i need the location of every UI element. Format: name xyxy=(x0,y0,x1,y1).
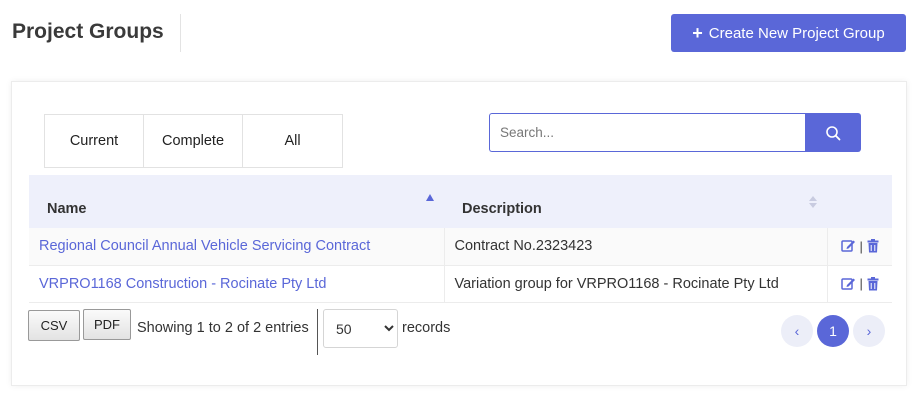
column-header-name-label: Name xyxy=(47,200,87,217)
table-row: Regional Council Annual Vehicle Servicin… xyxy=(29,228,892,266)
search-button[interactable] xyxy=(805,113,861,152)
sort-ascending-icon xyxy=(426,194,434,201)
entries-info: Showing 1 to 2 of 2 entries xyxy=(137,320,309,336)
footer-divider xyxy=(317,309,318,355)
chevron-right-icon: › xyxy=(866,323,872,339)
records-label: records xyxy=(402,320,451,336)
column-header-name[interactable]: Name xyxy=(29,175,444,228)
row-name-cell: Regional Council Annual Vehicle Servicin… xyxy=(29,228,445,266)
pdf-export-button[interactable]: PDF xyxy=(83,309,131,340)
sort-icon xyxy=(809,196,817,210)
table-row: VRPRO1168 Construction - Rocinate Pty Lt… xyxy=(29,265,892,303)
previous-page-button[interactable]: ‹ xyxy=(781,315,813,347)
column-header-actions xyxy=(827,175,892,228)
page-size-select[interactable]: 50 xyxy=(323,309,398,348)
tab-all[interactable]: All xyxy=(243,115,342,167)
search-icon xyxy=(826,125,841,140)
page-1-button[interactable]: 1 xyxy=(817,315,849,347)
trash-icon[interactable] xyxy=(867,276,879,291)
project-group-link[interactable]: Regional Council Annual Vehicle Servicin… xyxy=(39,238,370,254)
table-header-row: Name Description xyxy=(29,175,892,228)
create-project-group-button[interactable]: + Create New Project Group xyxy=(671,14,906,52)
row-name-cell: VRPRO1168 Construction - Rocinate Pty Lt… xyxy=(29,265,445,303)
edit-icon[interactable] xyxy=(840,239,856,253)
column-header-description[interactable]: Description xyxy=(444,175,827,228)
next-page-button[interactable]: › xyxy=(853,315,885,347)
plus-icon: + xyxy=(692,23,703,43)
filter-tabs: Current Complete All xyxy=(44,114,343,168)
search-box xyxy=(489,113,861,152)
title-divider xyxy=(180,14,181,52)
column-header-description-label: Description xyxy=(462,200,542,217)
trash-icon[interactable] xyxy=(867,239,879,253)
row-actions-cell: | xyxy=(827,228,892,266)
tab-complete[interactable]: Complete xyxy=(144,115,243,167)
row-description-cell: Contract No.2323423 xyxy=(444,228,828,266)
csv-export-button[interactable]: CSV xyxy=(28,310,80,341)
row-description-cell: Variation group for VRPRO1168 - Rocinate… xyxy=(444,265,828,303)
edit-icon[interactable] xyxy=(840,277,856,291)
tab-current[interactable]: Current xyxy=(45,115,144,167)
create-button-label: Create New Project Group xyxy=(708,24,885,42)
search-input[interactable] xyxy=(489,113,805,152)
action-separator: | xyxy=(859,276,863,291)
chevron-left-icon: ‹ xyxy=(794,323,800,339)
row-actions-cell: | xyxy=(827,265,892,303)
page-title: Project Groups xyxy=(12,20,164,43)
action-separator: | xyxy=(859,238,863,254)
project-groups-table: Name Description Regional Council Annual… xyxy=(29,175,892,303)
project-group-link[interactable]: VRPRO1168 Construction - Rocinate Pty Lt… xyxy=(39,276,326,292)
project-groups-card: Current Complete All Name Desc xyxy=(11,81,907,386)
